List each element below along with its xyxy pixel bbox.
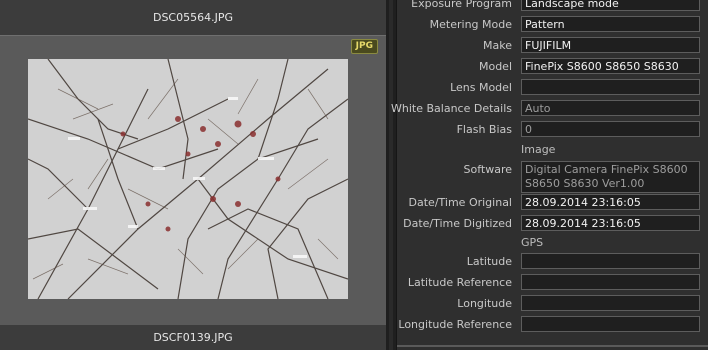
metadata-row-make: Make FUJIFILM <box>397 36 708 56</box>
app-window: DSC05564.JPG JPG DSCF0139.JPG Exposure P… <box>0 0 708 350</box>
latitude-field[interactable] <box>521 253 700 269</box>
field-label: Date/Time Original <box>408 196 512 209</box>
datetime-digitized-field[interactable]: 28.09.2014 23:16:05 <box>521 215 700 231</box>
field-label: Exposure Program <box>411 0 512 10</box>
software-field[interactable]: Digital Camera FinePix S8600 S8650 S8630… <box>521 161 700 193</box>
file-type-badge: JPG <box>350 39 378 54</box>
section-heading-image: Image <box>521 143 556 156</box>
panel-splitter[interactable] <box>386 0 396 350</box>
lens-model-field[interactable] <box>521 79 700 95</box>
metadata-row-datetime-digitized: Date/Time Digitized 28.09.2014 23:16:05 <box>397 214 708 234</box>
thumbnail-caption-bottom[interactable]: DSCF0139.JPG <box>0 325 386 350</box>
metadata-row-longitude: Longitude <box>397 294 708 314</box>
snowy-branches-image <box>28 59 348 299</box>
field-label: Longitude <box>457 297 512 310</box>
thumbnail-caption-top[interactable]: DSC05564.JPG <box>0 0 386 35</box>
metadata-row-datetime-original: Date/Time Original 28.09.2014 23:16:05 <box>397 193 708 213</box>
metadata-row-flash-bias: Flash Bias 0 <box>397 120 708 140</box>
metadata-row-white-balance: White Balance Details Auto <box>391 99 708 119</box>
flash-bias-field[interactable]: 0 <box>521 121 700 137</box>
field-label: Make <box>483 39 512 52</box>
field-label: Latitude <box>466 255 512 268</box>
metadata-row-latitude: Latitude <box>397 252 708 272</box>
section-heading-gps: GPS <box>521 236 544 249</box>
metadata-row-model: Model FinePix S8600 S8650 S8630 <box>397 57 708 77</box>
field-label: Date/Time Digitized <box>403 217 512 230</box>
metadata-row-exposure-program: Exposure Program Landscape mode <box>397 0 708 14</box>
metering-mode-field[interactable]: Pattern <box>521 16 700 32</box>
field-label: Metering Mode <box>429 18 512 31</box>
metadata-row-latitude-reference: Latitude Reference <box>397 273 708 293</box>
latitude-reference-field[interactable] <box>521 274 700 290</box>
field-label: Lens Model <box>450 81 512 94</box>
metadata-row-software: Software Digital Camera FinePix S8600 S8… <box>397 160 708 194</box>
selected-thumbnail[interactable]: JPG <box>0 35 386 327</box>
longitude-reference-field[interactable] <box>521 316 700 332</box>
longitude-field[interactable] <box>521 295 700 311</box>
field-label: Model <box>478 60 512 73</box>
filename-label: DSC05564.JPG <box>152 11 234 24</box>
model-field[interactable]: FinePix S8600 S8650 S8630 <box>521 58 700 74</box>
filename-label: DSCF0139.JPG <box>153 331 233 344</box>
field-label: Longitude Reference <box>398 318 512 331</box>
datetime-original-field[interactable]: 28.09.2014 23:16:05 <box>521 194 700 210</box>
photo-thumbnail[interactable] <box>28 59 348 299</box>
field-label: Flash Bias <box>456 123 512 136</box>
field-label: Latitude Reference <box>407 276 512 289</box>
exposure-program-field[interactable]: Landscape mode <box>521 0 700 11</box>
metadata-row-lens-model: Lens Model <box>397 78 708 98</box>
metadata-panel: Exposure Program Landscape mode Metering… <box>391 0 708 350</box>
metadata-row-metering-mode: Metering Mode Pattern <box>397 15 708 35</box>
metadata-row-longitude-reference: Longitude Reference <box>397 315 708 335</box>
field-label: Software <box>463 163 513 176</box>
field-label: White Balance Details <box>391 102 512 115</box>
panel-bottom-divider <box>397 345 708 347</box>
white-balance-field[interactable]: Auto <box>521 100 700 116</box>
thumbnail-browser: DSC05564.JPG JPG DSCF0139.JPG <box>0 0 386 350</box>
make-field[interactable]: FUJIFILM <box>521 37 700 53</box>
